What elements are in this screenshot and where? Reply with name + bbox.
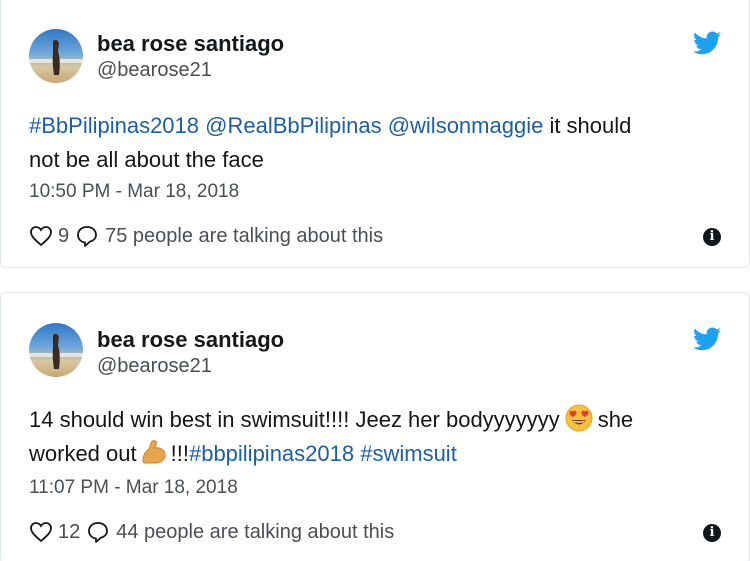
tweet-text-segment: not be all about the face xyxy=(29,147,264,172)
avatar[interactable] xyxy=(29,323,83,377)
avatar[interactable] xyxy=(29,29,83,83)
talking-about-link[interactable]: 44 people are talking about this xyxy=(116,521,394,544)
heart-icon[interactable] xyxy=(29,521,53,543)
tweet-text: #BbPilipinas2018 @RealBbPilipinas @wilso… xyxy=(29,109,719,177)
display-name[interactable]: bea rose santiago xyxy=(97,31,284,57)
mention-link[interactable]: @wilsonmaggie xyxy=(388,113,544,138)
mention-link[interactable]: @RealBbPilipinas xyxy=(205,113,381,138)
heart-eyes-emoji xyxy=(565,404,593,432)
tweet-actions: 9 75 people are talking about this xyxy=(29,223,383,249)
hashtag-link[interactable]: #bbpilipinas2018 xyxy=(189,441,354,466)
reply-bubble-icon[interactable] xyxy=(75,224,99,248)
display-name[interactable]: bea rose santiago xyxy=(97,327,284,353)
tweet-text-segment: worked out xyxy=(29,441,137,466)
tweet-text-segment: !!! xyxy=(170,441,189,466)
tweet-card-1[interactable]: bea rose santiago @bearose21 #BbPilipina… xyxy=(0,0,750,268)
like-count: 12 xyxy=(58,520,81,543)
user-handle[interactable]: @bearose21 xyxy=(97,355,212,378)
tweet-text-segment: she xyxy=(597,407,634,432)
tweet-card-2[interactable]: bea rose santiago @bearose21 14 should w… xyxy=(0,292,750,561)
hashtag-link[interactable]: #BbPilipinas2018 xyxy=(29,113,199,138)
twitter-bird-icon[interactable] xyxy=(693,327,721,351)
hashtag-link[interactable]: #swimsuit xyxy=(360,441,457,466)
like-count: 9 xyxy=(58,224,70,247)
tweet-text-segment: 14 should win best in swimsuit!!!! Jeez … xyxy=(29,407,560,432)
info-icon[interactable]: i xyxy=(703,228,721,246)
flexed-biceps-emoji xyxy=(142,440,166,464)
tweet-text-segment: it should xyxy=(543,113,632,138)
info-icon[interactable]: i xyxy=(703,524,721,542)
tweet-actions: 12 44 people are talking about this xyxy=(29,519,394,545)
heart-icon[interactable] xyxy=(29,225,53,247)
talking-about-link[interactable]: 75 people are talking about this xyxy=(105,225,383,248)
tweet-text: 14 should win best in swimsuit!!!! Jeez … xyxy=(29,403,719,471)
timestamp-link[interactable]: 10:50 PM - Mar 18, 2018 xyxy=(29,181,239,203)
reply-bubble-icon[interactable] xyxy=(86,520,110,544)
user-handle[interactable]: @bearose21 xyxy=(97,59,212,82)
timestamp-link[interactable]: 11:07 PM - Mar 18, 2018 xyxy=(29,477,238,499)
twitter-bird-icon[interactable] xyxy=(693,31,721,55)
